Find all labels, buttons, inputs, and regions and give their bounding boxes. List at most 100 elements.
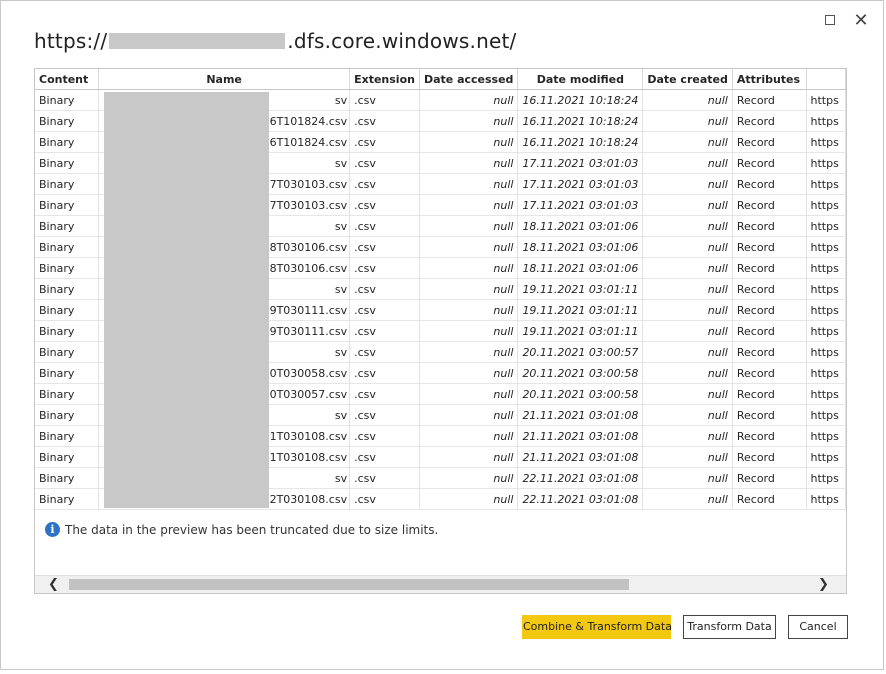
table-cell: .csv [349,278,420,300]
table-cell: null [419,89,519,111]
horizontal-scrollbar[interactable]: ❮ ❯ [35,575,846,593]
table-cell: https [806,362,846,384]
cancel-button[interactable]: Cancel [788,615,848,639]
table-cell[interactable]: Binary [35,194,100,216]
table-cell: 21.11.2021 03:01:08 [517,425,644,447]
table-cell: .csv [349,89,420,111]
table-cell: 18.11.2021 03:01:06 [517,257,644,279]
table-cell[interactable]: Binary [35,278,100,300]
table-cell: 21.11.2021 03:01:08 [517,404,644,426]
table-cell: null [642,488,733,510]
table-cell: null [419,362,519,384]
table-cell: https [806,131,846,153]
column-header[interactable]: Date created [642,69,733,90]
table-cell: null [419,425,519,447]
table-cell: .csv [349,320,420,342]
table-cell[interactable]: Binary [35,320,100,342]
table-cell: .csv [349,341,420,363]
column-header[interactable]: Name [98,69,351,90]
table-cell[interactable]: Binary [35,425,100,447]
table-cell: null [419,110,519,132]
table-cell: Record [732,131,807,153]
table-cell: Record [732,299,807,321]
scroll-left-icon[interactable]: ❮ [45,576,62,593]
title-prefix: https:// [34,29,108,53]
column-header[interactable]: Date modified [517,69,644,90]
table-cell: null [642,404,733,426]
scroll-thumb[interactable] [69,579,629,590]
table-cell[interactable]: Binary [35,215,100,237]
table-cell: null [642,89,733,111]
combine-transform-button[interactable]: Combine & Transform Data [522,615,672,639]
table-cell[interactable]: Binary [35,341,100,363]
table-cell: https [806,89,846,111]
maximize-icon[interactable] [821,11,841,31]
table-cell: .csv [349,446,420,468]
table-cell: https [806,404,846,426]
table-cell[interactable]: Binary [35,488,100,510]
table-cell: .csv [349,425,420,447]
close-icon[interactable]: ✕ [851,11,871,31]
table-cell: https [806,278,846,300]
table-cell: Record [732,173,807,195]
table-cell[interactable]: Binary [35,404,100,426]
table-cell: .csv [349,383,420,405]
table-cell: .csv [349,110,420,132]
table-cell[interactable]: Binary [35,152,100,174]
table-cell: .csv [349,152,420,174]
table-cell: 17.11.2021 03:01:03 [517,194,644,216]
table-cell: Record [732,383,807,405]
table-cell[interactable]: Binary [35,131,100,153]
table-cell: .csv [349,404,420,426]
table-cell[interactable]: Binary [35,383,100,405]
table-cell[interactable]: Binary [35,173,100,195]
table-cell: .csv [349,299,420,321]
table-cell: null [419,488,519,510]
table-cell: Record [732,404,807,426]
table-cell[interactable]: Binary [35,89,100,111]
table-cell: 21.11.2021 03:01:08 [517,446,644,468]
table-cell[interactable]: Binary [35,236,100,258]
table-cell: .csv [349,488,420,510]
table-cell: null [642,341,733,363]
table-cell[interactable]: Binary [35,467,100,489]
table-cell: .csv [349,194,420,216]
table-cell: Record [732,236,807,258]
table-cell: .csv [349,173,420,195]
table-cell: null [642,194,733,216]
table-cell: 22.11.2021 03:01:08 [517,488,644,510]
table-cell: Record [732,320,807,342]
column-header[interactable]: Attributes [732,69,807,90]
table-cell: https [806,467,846,489]
table-cell[interactable]: Binary [35,257,100,279]
table-cell[interactable]: Binary [35,299,100,321]
table-cell: null [642,236,733,258]
table-cell: 16.11.2021 10:18:24 [517,110,644,132]
table-cell: 17.11.2021 03:01:03 [517,152,644,174]
dialog-title: https:// .dfs.core.windows.net/ [34,29,516,53]
table-cell: null [419,257,519,279]
table-cell: null [419,131,519,153]
table-cell: https [806,383,846,405]
table-cell: Record [732,278,807,300]
table-cell: Record [732,425,807,447]
table-header: Content Name Extension Date accessed Date mo… [35,69,846,90]
table-cell: null [642,383,733,405]
table-cell: https [806,299,846,321]
table-cell: 17.11.2021 03:01:03 [517,173,644,195]
table-cell[interactable]: Binary [35,110,100,132]
truncation-notice: i The data in the preview has been trunc… [45,522,438,537]
table-cell: Record [732,110,807,132]
table-cell: Record [732,488,807,510]
column-header[interactable]: Extension [349,69,420,90]
table-cell: null [642,362,733,384]
column-header[interactable]: Content [35,69,100,90]
table-cell[interactable]: Binary [35,362,100,384]
transform-data-button[interactable]: Transform Data [683,615,776,639]
column-header[interactable] [806,69,846,90]
column-header[interactable]: Date accessed [419,69,519,90]
table-cell: 18.11.2021 03:01:06 [517,215,644,237]
table-cell[interactable]: Binary [35,446,100,468]
table-cell: .csv [349,131,420,153]
scroll-right-icon[interactable]: ❯ [815,576,832,593]
